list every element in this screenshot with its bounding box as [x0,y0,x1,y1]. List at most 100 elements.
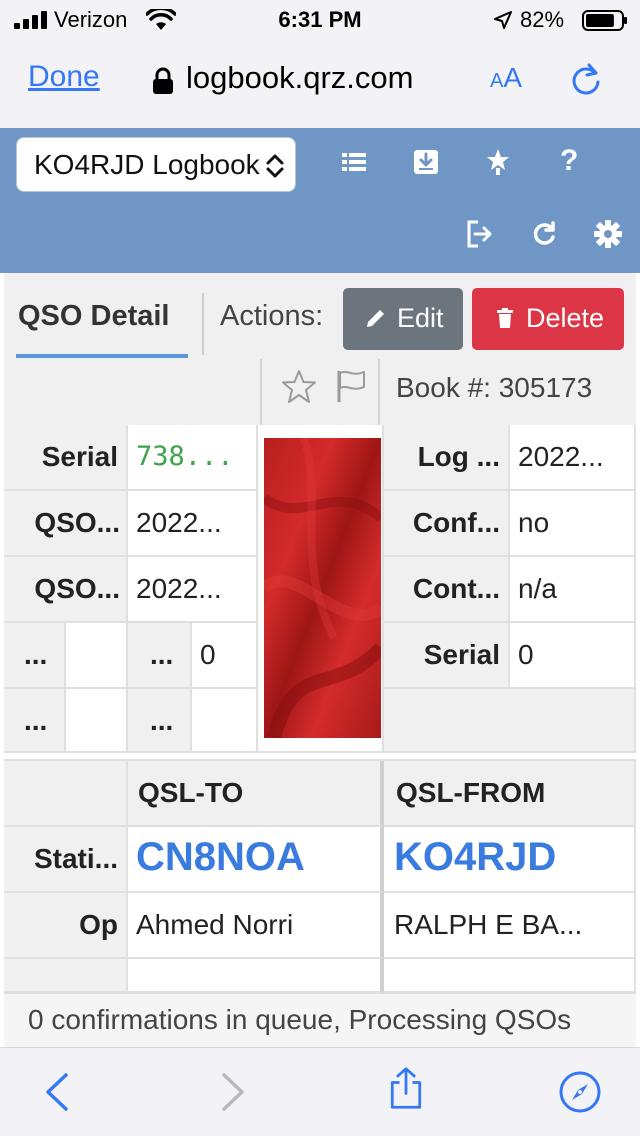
favorite-star-icon[interactable] [280,368,318,406]
serial-value-cell: 738... [128,425,258,491]
qsl-from-header-cell: QSL-FROM [384,761,636,827]
to-station-callsign[interactable]: CN8NOA [136,835,305,880]
edit-button-label: Edit [397,303,444,333]
log-date-label-cell: Log ... [384,425,510,491]
reload-icon[interactable] [568,62,604,98]
qso-start-value: 2022... [136,507,222,538]
extra-label: ... [24,705,48,736]
confirmed-value-cell: no [510,491,636,557]
actions-label: Actions: [220,300,324,332]
serial-right-value: 0 [518,639,534,670]
contest-label-cell: Cont... [384,557,510,623]
serial-value[interactable]: 738... [136,441,234,472]
qso-detail-panel: QSO Detail Actions: Edit Delete Book #: … [4,273,636,993]
extra-label: ... [150,705,174,736]
tab-qso-detail[interactable]: QSO Detail [18,300,170,333]
settings-gear-icon[interactable] [592,218,624,250]
extra-label: ... [150,639,174,670]
extra-value: 0 [200,639,216,670]
empty-cell [384,689,636,753]
serial-label-cell: Serial [4,425,128,491]
active-tab-indicator [16,354,188,358]
forward-arrow-icon[interactable] [210,1070,254,1114]
logbook-header: KO4RJD Logbook ? [0,128,640,273]
award-star-icon[interactable] [482,146,514,178]
delete-button[interactable]: Delete [472,288,624,350]
compass-icon[interactable] [558,1070,602,1114]
extra-label-cell: ... [128,623,192,689]
extra-value-cell [66,689,128,753]
location-arrow-icon [494,11,512,29]
list-icon[interactable] [338,146,370,178]
url-text[interactable]: logbook.qrz.com [186,60,413,96]
qsl-from-header: QSL-FROM [396,777,546,808]
ios-status-bar: Verizon 6:31 PM 82% [0,0,640,40]
extra-value-cell: 0 [192,623,258,689]
qso-value-cell: 2022... [128,491,258,557]
extra-value-cell [192,689,258,753]
edit-button[interactable]: Edit [343,288,463,350]
log-date-value-cell: 2022... [510,425,636,491]
queue-status-bar: 0 confirmations in queue, Processing QSO… [4,993,636,1047]
qso-end-label: QSO... [34,573,120,604]
share-icon[interactable] [384,1066,428,1110]
op-label-cell: Op [4,893,128,959]
logbook-selector[interactable]: KO4RJD Logbook [16,137,296,192]
log-date-value: 2022... [518,441,604,472]
to-op-name: Ahmed Norri [136,909,294,940]
text-size-button[interactable]: AA [490,62,522,94]
extra-value-cell [66,623,128,689]
refresh-icon[interactable] [528,218,560,250]
from-station-callsign[interactable]: KO4RJD [394,835,556,880]
battery-icon [582,10,627,31]
from-station-cell: KO4RJD [384,827,636,893]
battery-percent: 82% [520,7,565,32]
logbook-selected-value: KO4RJD Logbook [34,149,260,180]
contest-label: Cont... [412,573,500,604]
done-button[interactable]: Done [28,60,100,94]
book-row-divider [260,359,262,425]
qsl-to-header-cell: QSL-TO [128,761,384,827]
contest-value-cell: n/a [510,557,636,623]
delete-button-label: Delete [526,303,605,333]
trash-icon [497,308,513,328]
op-label: Op [79,909,118,940]
help-icon[interactable]: ? [560,144,592,177]
confirmed-label-cell: Conf... [384,491,510,557]
browser-top-bar: Done logbook.qrz.com AA [0,40,640,128]
queue-status-text: 0 confirmations in queue, Processing QSO… [28,1004,572,1035]
back-arrow-icon[interactable] [36,1070,80,1114]
section-separator [4,753,636,761]
serial-right-label-cell: Serial [384,623,510,689]
confirmed-value: no [518,507,550,538]
qso-label-cell: QSO... [4,491,128,557]
qso-start-label: QSO... [34,507,120,538]
tab-divider [202,293,204,355]
qsl-to-header: QSL-TO [138,777,244,808]
next-row-label-cell [4,959,128,993]
log-date-label: Log ... [417,441,500,472]
to-station-cell: CN8NOA [128,827,384,893]
to-op-cell: Ahmed Norri [128,893,384,959]
next-row-cell [128,959,384,993]
station-label-cell: Stati... [4,827,128,893]
text-size-large-a: A [503,62,523,93]
contest-value: n/a [518,573,557,604]
extra-label: ... [24,639,48,670]
qso-label-cell: QSO... [4,557,128,623]
from-op-name: RALPH E BA... [394,909,583,940]
from-op-cell: RALPH E BA... [384,893,636,959]
next-row-cell [384,959,636,993]
lock-icon [153,67,173,94]
confirmed-label: Conf... [412,507,500,538]
extra-label-cell: ... [4,689,66,753]
select-chevron-icon [263,152,287,180]
station-label: Stati... [33,843,118,874]
qso-end-value: 2022... [136,573,222,604]
flag-icon[interactable] [334,368,368,404]
download-icon[interactable] [410,146,442,178]
qso-value-cell: 2022... [128,557,258,623]
logout-icon[interactable] [464,218,496,250]
book-number: Book #: 305173 [396,372,593,403]
qsl-corner-cell [4,761,128,827]
